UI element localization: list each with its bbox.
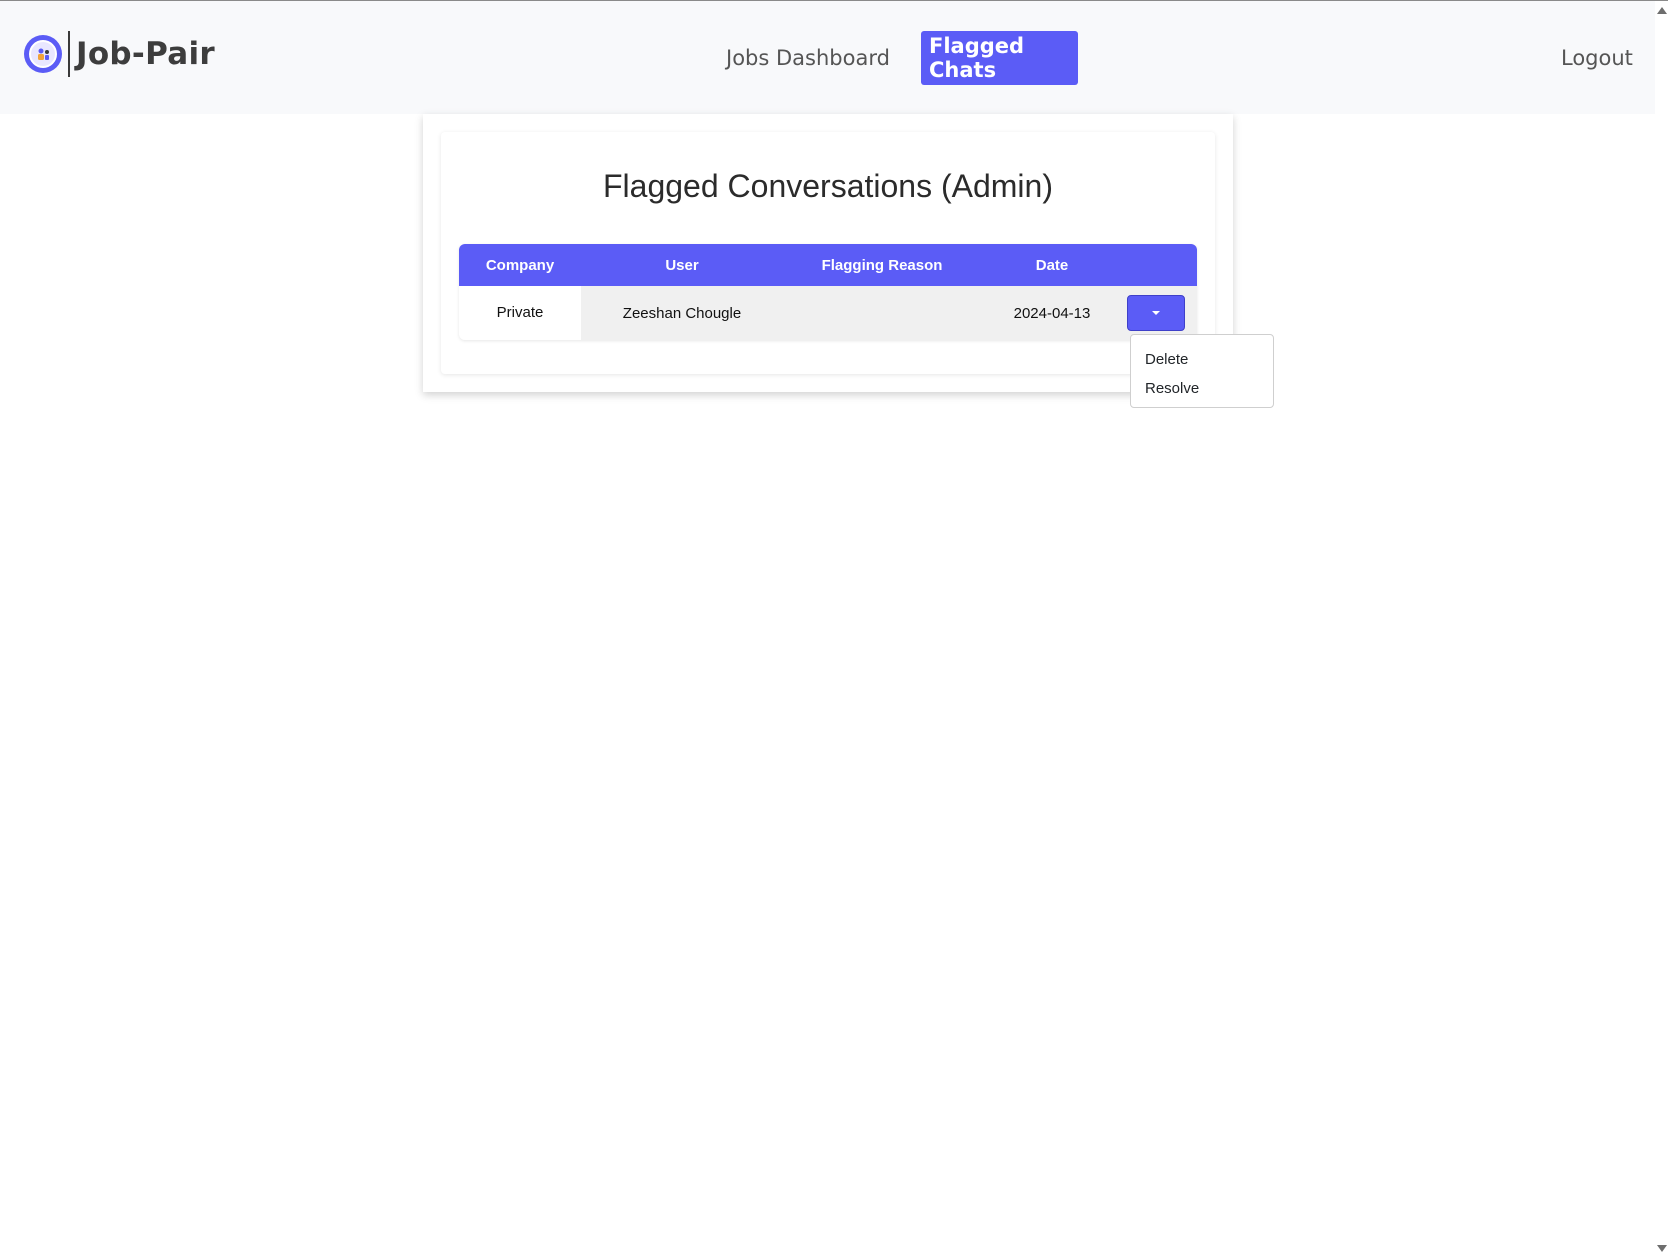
scroll-up-arrow-icon[interactable] (1657, 7, 1667, 14)
table-row: Private Zeeshan Chougle 2024-04-13 (459, 286, 1197, 340)
cell-actions (1123, 295, 1197, 331)
table-header: Company User Flagging Reason Date (459, 244, 1197, 286)
flagged-conversations-panel: Flagged Conversations (Admin) Company Us… (441, 132, 1215, 374)
header-date: Date (1035, 256, 1069, 274)
flagged-table: Company User Flagging Reason Date Privat… (459, 244, 1197, 340)
header-company: Company (485, 256, 555, 274)
nav-logout[interactable]: Logout (1553, 31, 1641, 85)
brand[interactable]: Job-Pair (24, 31, 215, 77)
vertical-scrollbar[interactable] (1655, 1, 1668, 1255)
caret-down-icon (1152, 311, 1160, 315)
nav-flagged-chats[interactable]: Flagged Chats (921, 31, 1078, 85)
brand-divider (68, 31, 70, 77)
app-viewport: Job-Pair Jobs Dashboard Flagged Chats Lo… (0, 0, 1668, 1255)
scroll-down-arrow-icon[interactable] (1657, 1245, 1667, 1252)
cell-user: Zeeshan Chougle (622, 304, 742, 322)
dropdown-item-delete[interactable]: Delete (1131, 345, 1273, 374)
header-flagging-reason: Flagging Reason (821, 256, 943, 274)
cell-company: Private (459, 286, 581, 340)
job-pair-logo-icon (24, 35, 62, 73)
nav-jobs-dashboard[interactable]: Jobs Dashboard (718, 31, 898, 85)
actions-dropdown-button[interactable] (1127, 295, 1185, 331)
brand-name: Job-Pair (76, 36, 216, 72)
header-user: User (665, 256, 699, 274)
cell-date: 2024-04-13 (1013, 304, 1091, 322)
top-navbar: Job-Pair Jobs Dashboard Flagged Chats Lo… (0, 1, 1655, 114)
page-title: Flagged Conversations (Admin) (603, 168, 1053, 204)
content-card: Flagged Conversations (Admin) Company Us… (423, 114, 1233, 392)
dropdown-item-resolve[interactable]: Resolve (1131, 374, 1273, 403)
actions-dropdown-menu: Delete Resolve (1130, 334, 1274, 408)
